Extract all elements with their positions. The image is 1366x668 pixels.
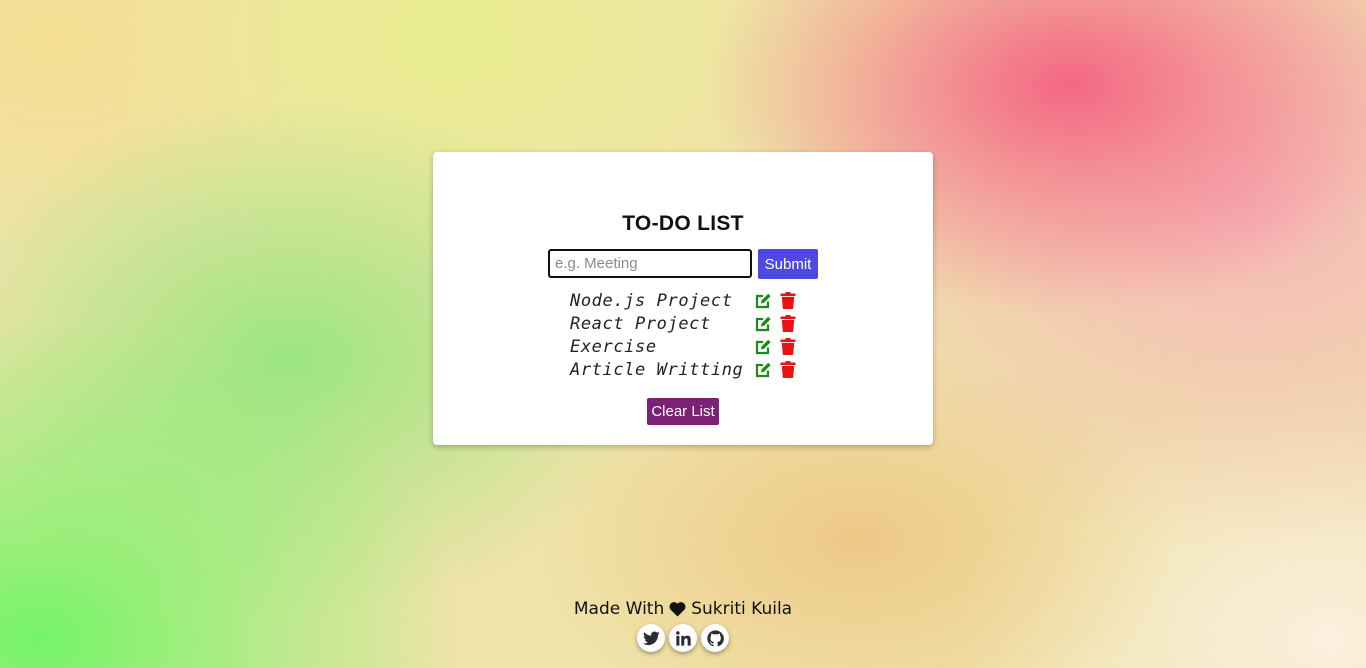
trash-icon[interactable] <box>780 338 796 355</box>
clear-list-button[interactable]: Clear List <box>647 398 719 425</box>
linkedin-icon <box>675 630 691 646</box>
list-item: React Project <box>570 313 810 336</box>
linkedin-link[interactable] <box>669 624 697 652</box>
submit-button[interactable]: Submit <box>758 249 818 279</box>
list-item: Article Writting <box>570 359 810 382</box>
task-input[interactable] <box>548 249 752 278</box>
edit-icon[interactable] <box>755 315 772 332</box>
trash-icon[interactable] <box>780 292 796 309</box>
credit-line: Made With Sukriti Kuila <box>0 598 1366 620</box>
task-text: Article Writting <box>570 360 744 380</box>
page-title: TO-DO LIST <box>622 212 744 235</box>
task-text: Exercise <box>570 337 657 357</box>
list-item: Exercise <box>570 336 810 359</box>
task-text: React Project <box>570 314 711 334</box>
trash-icon[interactable] <box>780 315 796 332</box>
list-item: Node.js Project <box>570 290 810 313</box>
github-link[interactable] <box>701 624 729 652</box>
twitter-icon <box>642 631 660 645</box>
edit-icon[interactable] <box>755 292 772 309</box>
social-links <box>0 624 1366 652</box>
task-text: Node.js Project <box>570 291 733 311</box>
twitter-link[interactable] <box>637 624 665 652</box>
edit-icon[interactable] <box>755 361 772 378</box>
edit-icon[interactable] <box>755 338 772 355</box>
author-name: Sukriti Kuila <box>691 599 793 619</box>
task-list: Node.js Project React Project Exercise A… <box>570 290 810 382</box>
trash-icon[interactable] <box>780 361 796 378</box>
heart-icon <box>669 602 686 617</box>
github-icon <box>706 629 724 646</box>
footer: Made With Sukriti Kuila <box>0 598 1366 652</box>
credit-prefix: Made With <box>573 599 665 619</box>
todo-card: TO-DO LIST Submit Node.js Project React … <box>433 152 933 445</box>
